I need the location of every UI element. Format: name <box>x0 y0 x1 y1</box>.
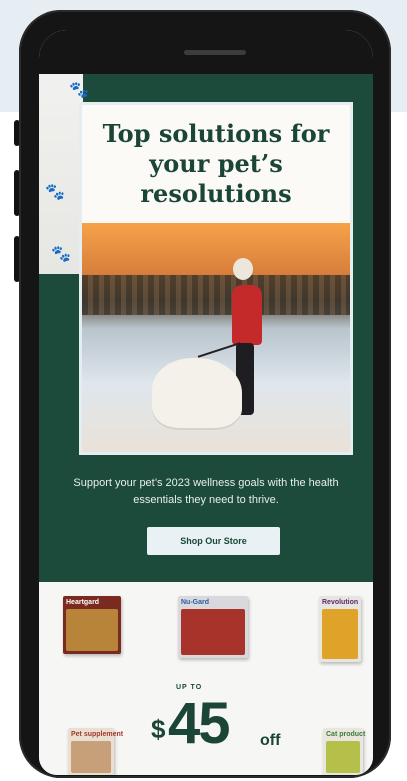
hero-photo-card: Top solutions for your pet’s resolutions <box>79 102 353 455</box>
product-image <box>322 609 358 659</box>
product-label: Revolution <box>322 599 359 606</box>
product-image <box>71 741 111 773</box>
phone-screen: 🐾 🐾 🐾 Top solutions for your pet’s resol… <box>39 30 373 775</box>
photo-person-coat <box>232 285 262 345</box>
hero-photo <box>82 223 350 452</box>
hero-headline: Top solutions for your pet’s resolutions <box>102 119 330 208</box>
hero-banner: 🐾 🐾 🐾 Top solutions for your pet’s resol… <box>39 74 373 582</box>
product-offer-section: Heartgard Nu-Gard Revolution Pet supplem… <box>39 582 373 775</box>
paw-print-icon: 🐾 <box>51 246 71 263</box>
hero-subcopy: Support your pet’s 2023 wellness goals w… <box>73 477 339 506</box>
product-box-heartgard[interactable]: Heartgard <box>63 596 121 654</box>
shop-store-button[interactable]: Shop Our Store <box>147 527 280 555</box>
product-box-supplement[interactable]: Pet supplement <box>68 728 123 775</box>
photo-person-hat <box>233 258 253 280</box>
offer-amount: 45 <box>168 691 230 756</box>
product-box-revolution[interactable]: Revolution <box>319 596 361 662</box>
offer-currency: $ <box>151 714 166 744</box>
product-label: Nu-Gard <box>181 599 209 606</box>
snow-background: 🐾 🐾 🐾 <box>39 74 89 274</box>
phone-notch-bar <box>39 30 373 74</box>
offer-prefix: UP TO <box>176 684 203 691</box>
product-box-nugard[interactable]: Nu-Gard <box>178 596 248 658</box>
product-box-cat[interactable]: Cat product <box>323 728 366 775</box>
photo-dog <box>152 358 242 428</box>
product-label: Heartgard <box>66 599 100 606</box>
product-label: Pet supplement <box>71 731 124 738</box>
product-image <box>66 609 118 651</box>
paw-print-icon: 🐾 <box>69 82 89 99</box>
photo-treeline <box>82 275 350 315</box>
paw-print-icon: 🐾 <box>45 184 65 201</box>
product-image <box>181 609 245 655</box>
speaker-grill <box>184 50 246 55</box>
product-image <box>326 741 360 773</box>
product-label: Cat product <box>326 731 366 738</box>
photo-leash <box>197 342 241 358</box>
offer-suffix: off <box>260 732 281 749</box>
